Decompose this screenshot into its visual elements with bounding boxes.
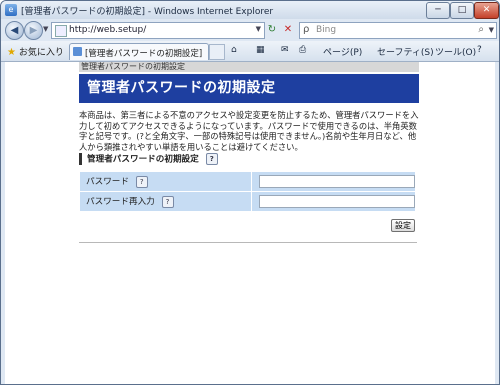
password-input[interactable] [259, 175, 415, 188]
password-confirm-label-cell: パスワード再入力 ? [79, 191, 252, 212]
print-icon[interactable]: ⎙ [299, 45, 306, 55]
submit-button[interactable]: 設定 [391, 219, 415, 232]
tools-menu[interactable]: ツール(O) [435, 45, 476, 58]
address-bar[interactable]: http://web.setup/ ▼ [51, 22, 265, 39]
password-label-cell: パスワード ? [79, 171, 252, 192]
section-title: 管理者パスワードの初期設定 [87, 154, 199, 165]
password-label: パスワード [86, 177, 129, 188]
search-box[interactable]: ρ Bing ⌕ ▼ [299, 22, 497, 39]
feeds-icon[interactable]: ▦ [256, 45, 265, 55]
password-value-cell [251, 171, 416, 192]
tab-page-icon [73, 47, 82, 56]
favorites-star-icon: ★ [7, 47, 16, 58]
browser-window: e [管理者パスワードの初期設定] - Windows Internet Exp… [0, 0, 500, 385]
ie-icon: e [5, 4, 17, 16]
page-title: 管理者パスワードの初期設定 [79, 74, 419, 103]
password-help-icon[interactable]: ? [135, 175, 148, 188]
tab-label: [管理者パスワードの初期設定] [85, 49, 203, 59]
new-tab-button[interactable] [209, 44, 225, 60]
address-url[interactable]: http://web.setup/ [69, 25, 146, 35]
breadcrumb: 管理者パスワードの初期設定 [79, 62, 419, 72]
mail-icon[interactable]: ✉ [281, 45, 289, 55]
password-confirm-value-cell [251, 191, 416, 212]
table-row: パスワード再入力 ? [79, 191, 416, 212]
stop-button[interactable]: ✕ [281, 23, 295, 37]
intro-text: 本商品は、第三者による不意のアクセスや設定変更を防止するため、管理者パスワードを… [79, 110, 419, 152]
divider [79, 242, 417, 243]
title-bar: e [管理者パスワードの初期設定] - Windows Internet Exp… [1, 1, 499, 19]
favorites-button[interactable]: ★ お気に入り [7, 45, 64, 58]
search-chevron-down-icon[interactable]: ▼ [489, 26, 494, 34]
close-button[interactable]: ✕ [474, 2, 499, 19]
minimize-button[interactable]: ─ [426, 2, 450, 19]
password-confirm-help-icon[interactable]: ? [161, 195, 174, 208]
refresh-button[interactable]: ↻ [265, 23, 279, 37]
page-viewport: 管理者パスワードの初期設定 管理者パスワードの初期設定 本商品は、第三者による不… [5, 62, 495, 384]
address-chevron-down-icon[interactable]: ▼ [256, 25, 261, 33]
bing-icon: ρ [303, 24, 310, 35]
back-button[interactable]: ◀ [5, 21, 24, 40]
browser-tab[interactable]: [管理者パスワードの初期設定] [69, 43, 209, 60]
table-row: パスワード ? [79, 171, 416, 192]
home-icon[interactable]: ⌂ [231, 45, 237, 55]
maximize-button[interactable]: □ [450, 2, 474, 19]
safety-menu[interactable]: セーフティ(S) [377, 45, 434, 58]
password-confirm-input[interactable] [259, 195, 415, 208]
password-confirm-label: パスワード再入力 [86, 197, 155, 208]
search-placeholder[interactable]: Bing [316, 25, 336, 35]
search-icon[interactable]: ⌕ [478, 24, 484, 35]
page-menu[interactable]: ページ(P) [323, 45, 362, 58]
address-row: ◀ ▶ ▼ http://web.setup/ ▼ ↻ ✕ ρ Bing ⌕ ▼ [1, 19, 499, 41]
forward-button[interactable]: ▶ [24, 21, 43, 40]
help-icon[interactable]: ? [477, 45, 482, 55]
recent-pages-chevron-down-icon[interactable]: ▼ [43, 25, 48, 33]
window-title: [管理者パスワードの初期設定] - Windows Internet Explo… [21, 7, 274, 17]
favorites-bar: ★ お気に入り [管理者パスワードの初期設定] ⌂ ▦ ✉ ⎙ ページ(P) セ… [1, 41, 499, 62]
page-icon [55, 25, 67, 37]
favorites-label: お気に入り [18, 48, 64, 58]
section-heading: 管理者パスワードの初期設定 ? [79, 153, 218, 165]
section-help-icon[interactable]: ? [205, 153, 218, 165]
password-form-table: パスワード ? パスワード再入力 ? [79, 171, 416, 212]
